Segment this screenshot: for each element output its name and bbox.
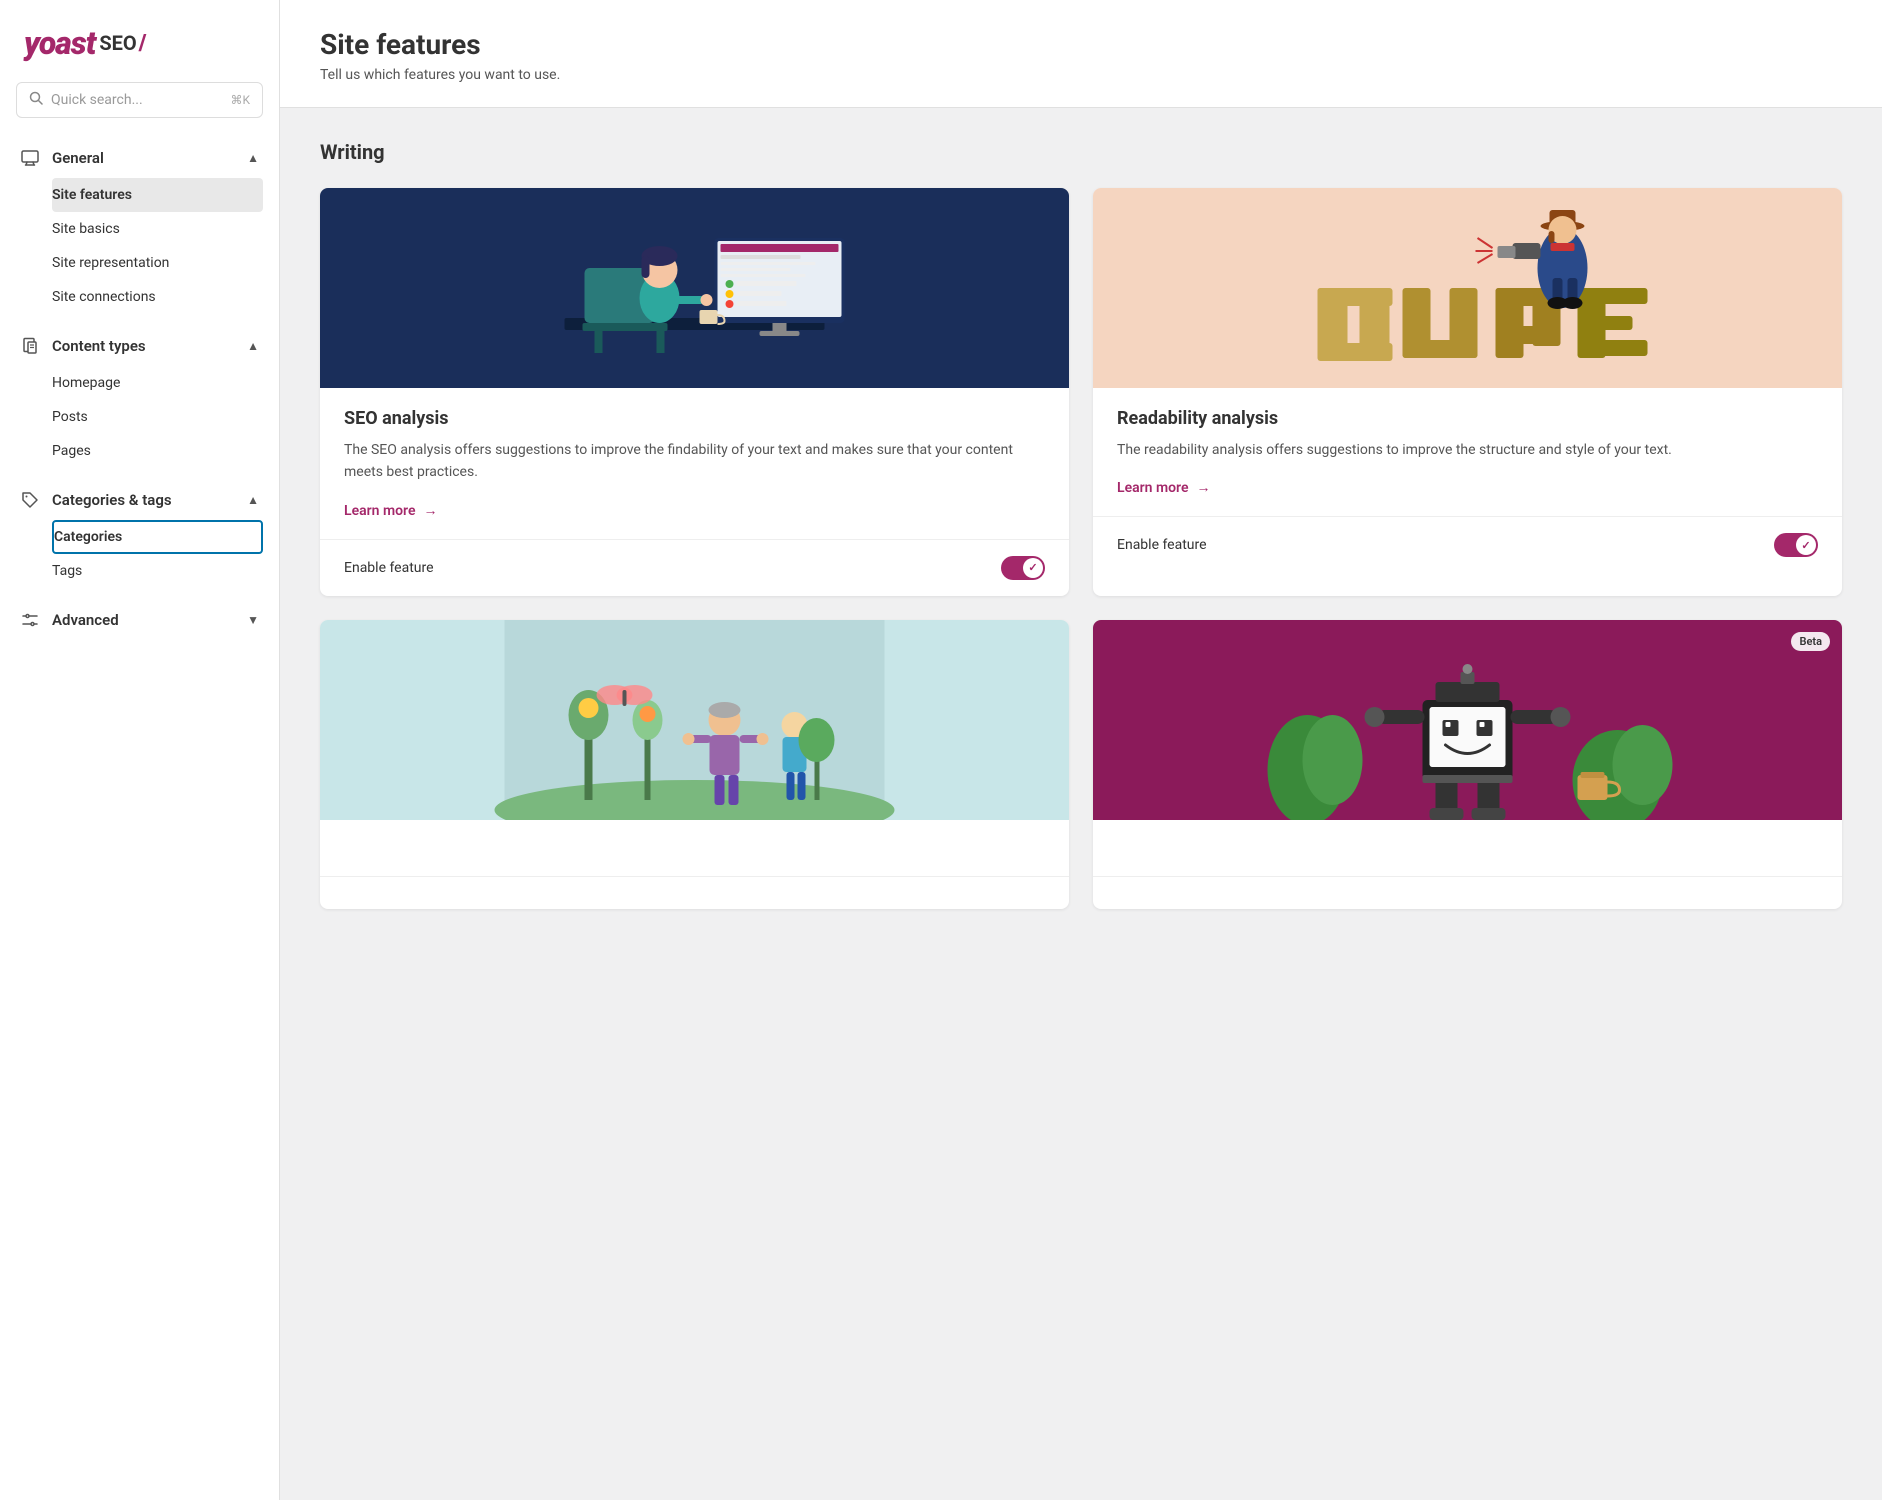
search-shortcut: ⌘K <box>230 93 250 107</box>
readability-analysis-image <box>1093 188 1842 388</box>
readability-enable-label: Enable feature <box>1117 537 1207 553</box>
chevron-down-icon-advanced: ▼ <box>247 613 259 627</box>
nav-section-categories-tags-header[interactable]: Categories & tags ▲ <box>0 480 279 520</box>
sidebar-item-site-representation[interactable]: Site representation <box>52 246 263 280</box>
card-4-footer <box>1093 876 1842 909</box>
seo-enable-label: Enable feature <box>344 560 434 576</box>
readability-analysis-title: Readability analysis <box>1117 408 1818 429</box>
nav-section-content-types-left: Content types <box>20 336 146 356</box>
sidebar-item-site-features[interactable]: Site features <box>52 178 263 212</box>
beta-badge: Beta <box>1791 632 1830 651</box>
seo-analysis-description: The SEO analysis offers suggestions to i… <box>344 439 1045 484</box>
nav-section-advanced-header[interactable]: Advanced ▼ <box>0 600 279 640</box>
writing-section-title: Writing <box>320 140 1842 164</box>
nav-section-advanced-title: Advanced <box>52 611 119 629</box>
sidebar-item-categories[interactable]: Categories <box>52 520 263 554</box>
settings-icon <box>20 610 40 630</box>
nav-section-content-types: Content types ▲ Homepage Posts Pages <box>0 326 279 476</box>
nav-section-content-types-title: Content types <box>52 337 146 355</box>
card-3-image <box>320 620 1069 820</box>
readability-analysis-card: Readability analysis The readability ana… <box>1093 188 1842 596</box>
arrow-icon-seo: → <box>423 503 437 519</box>
chevron-up-icon-categories: ▲ <box>247 493 259 507</box>
checkmark-icon-seo: ✓ <box>1028 561 1037 574</box>
page-title: Site features <box>320 28 1842 61</box>
nav-section-categories-tags: Categories & tags ▲ Categories Tags <box>0 480 279 596</box>
seo-analysis-title: SEO analysis <box>344 408 1045 429</box>
toggle-knob-readability: ✓ <box>1796 535 1816 555</box>
tag-icon <box>20 490 40 510</box>
seo-analysis-footer: Enable feature ✓ <box>320 539 1069 596</box>
readability-analysis-description: The readability analysis offers suggesti… <box>1117 439 1818 461</box>
nav-section-categories-left: Categories & tags <box>20 490 172 510</box>
nav-section-general-title: General <box>52 149 104 167</box>
main-content: Site features Tell us which features you… <box>280 0 1882 1500</box>
card-4: Beta <box>1093 620 1842 909</box>
nav-categories-tags-items: Categories Tags <box>0 520 279 596</box>
search-placeholder-text: Quick search... <box>51 92 222 108</box>
readability-learn-more[interactable]: Learn more <box>1117 480 1188 496</box>
nav-section-advanced-left: Advanced <box>20 610 119 630</box>
sidebar-item-pages[interactable]: Pages <box>52 434 263 468</box>
nav-section-general-left: General <box>20 148 104 168</box>
monitor-icon <box>20 148 40 168</box>
document-icon <box>20 336 40 356</box>
sidebar-item-site-basics[interactable]: Site basics <box>52 212 263 246</box>
content-area: Writing <box>280 108 1882 965</box>
chevron-up-icon: ▲ <box>247 151 259 165</box>
feature-cards-grid: SEO analysis The SEO analysis offers sug… <box>320 188 1842 909</box>
page-subtitle: Tell us which features you want to use. <box>320 67 1842 83</box>
logo: yoast SEO / <box>24 24 255 62</box>
seo-analysis-learn-more[interactable]: Learn more <box>344 503 415 519</box>
chevron-up-icon-content: ▲ <box>247 339 259 353</box>
seo-analysis-toggle[interactable]: ✓ <box>1001 556 1045 580</box>
nav-section-general-header[interactable]: General ▲ <box>0 138 279 178</box>
sidebar-item-homepage[interactable]: Homepage <box>52 366 263 400</box>
nav-content-types-items: Homepage Posts Pages <box>0 366 279 476</box>
readability-analysis-body: Readability analysis The readability ana… <box>1093 388 1842 516</box>
logo-slash: / <box>139 31 147 56</box>
card-4-body <box>1093 820 1842 876</box>
sidebar: yoast SEO / Quick search... ⌘K <box>0 0 280 1500</box>
sidebar-item-posts[interactable]: Posts <box>52 400 263 434</box>
sidebar-item-tags[interactable]: Tags <box>52 554 263 588</box>
card-3-body <box>320 820 1069 876</box>
search-icon <box>29 91 43 109</box>
sidebar-item-site-connections[interactable]: Site connections <box>52 280 263 314</box>
seo-analysis-image <box>320 188 1069 388</box>
nav-section-advanced: Advanced ▼ <box>0 600 279 640</box>
checkmark-icon-readability: ✓ <box>1801 539 1810 552</box>
readability-analysis-footer: Enable feature ✓ <box>1093 516 1842 573</box>
search-box[interactable]: Quick search... ⌘K <box>16 82 263 118</box>
logo-seo-text: SEO <box>99 31 136 55</box>
arrow-icon-readability: → <box>1196 480 1210 496</box>
seo-analysis-body: SEO analysis The SEO analysis offers sug… <box>320 388 1069 539</box>
card-4-image: Beta <box>1093 620 1842 820</box>
nav-section-general: General ▲ Site features Site basics Site… <box>0 138 279 322</box>
logo-yoast-text: yoast <box>24 24 95 62</box>
nav-section-content-types-header[interactable]: Content types ▲ <box>0 326 279 366</box>
card-3-footer <box>320 876 1069 909</box>
nav-general-items: Site features Site basics Site represent… <box>0 178 279 322</box>
card-3 <box>320 620 1069 909</box>
page-header: Site features Tell us which features you… <box>280 0 1882 108</box>
seo-analysis-card: SEO analysis The SEO analysis offers sug… <box>320 188 1069 596</box>
readability-toggle[interactable]: ✓ <box>1774 533 1818 557</box>
nav-section-categories-tags-title: Categories & tags <box>52 491 172 509</box>
logo-area: yoast SEO / <box>0 0 279 82</box>
toggle-knob-seo: ✓ <box>1023 558 1043 578</box>
